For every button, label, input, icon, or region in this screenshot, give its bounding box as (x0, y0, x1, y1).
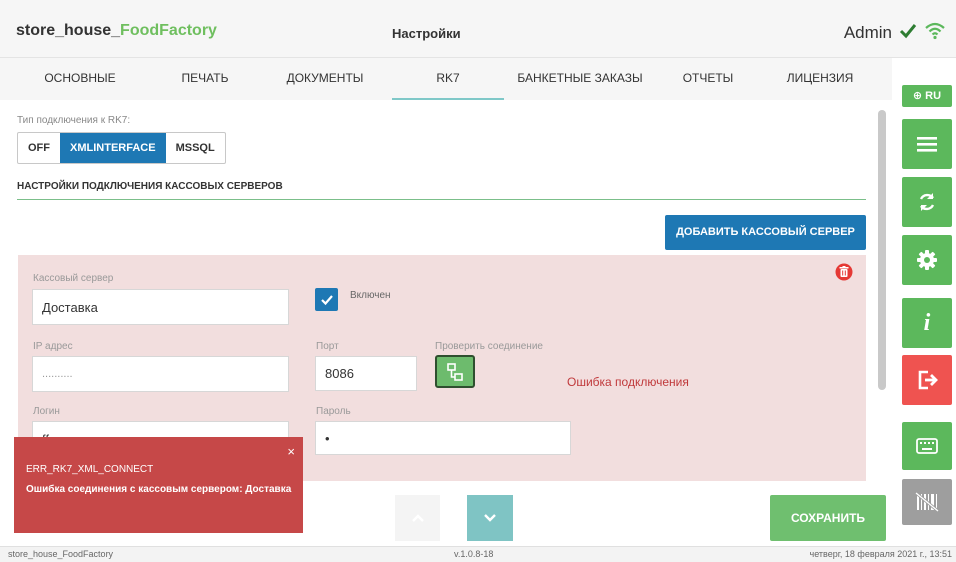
password-input[interactable]: • (315, 421, 571, 455)
tab-license[interactable]: ЛИЦЕНЗИЯ (770, 58, 870, 98)
menu-button[interactable] (902, 119, 952, 169)
scroll-down-button[interactable] (467, 495, 513, 541)
user-name[interactable]: Admin (844, 23, 892, 43)
tab-documents[interactable]: ДОКУМЕНТЫ (270, 58, 380, 98)
ip-address-label: IP адрес (33, 341, 73, 352)
gear-icon (917, 250, 937, 270)
login-label: Логин (33, 406, 60, 417)
connection-off-option[interactable]: OFF (18, 133, 60, 163)
page-title: Настройки (392, 26, 461, 41)
status-footer: store_house_FoodFactory v.1.0.8-18 четве… (0, 546, 956, 562)
save-button[interactable]: СОХРАНИТЬ (770, 495, 886, 541)
tab-reports[interactable]: ОТЧЕТЫ (668, 58, 748, 98)
barcode-off-icon (915, 491, 939, 513)
app-title-accent: FoodFactory (120, 22, 217, 39)
footer-app-name: store_house_FoodFactory (8, 549, 114, 559)
password-label: Пароль (316, 406, 351, 417)
connection-type-label: Тип подключения к RK7: (17, 115, 131, 126)
error-toast: × ERR_RK7_XML_CONNECT Ошибка соединения … (14, 437, 303, 533)
keyboard-icon (916, 438, 938, 454)
menu-icon (917, 137, 937, 152)
app-title-prefix: store_house_ (16, 22, 121, 39)
connection-type-selector: OFF XMLINTERFACE MSSQL (17, 132, 226, 164)
checkmark-icon (320, 294, 333, 305)
info-icon: i (923, 309, 931, 336)
section-title: НАСТРОЙКИ ПОДКЛЮЧЕНИЯ КАССОВЫХ СЕРВЕРОВ (17, 181, 283, 192)
sync-icon (919, 193, 935, 211)
enabled-checkbox[interactable] (315, 288, 338, 311)
server-name-label: Кассовый сервер (33, 273, 114, 284)
settings-button[interactable] (902, 235, 952, 285)
wifi-icon (925, 22, 945, 40)
add-cash-server-button[interactable]: ДОБАВИТЬ КАССОВЫЙ СЕРВЕР (665, 215, 866, 250)
toast-error-message: Ошибка соединения с кассовым сервером: Д… (26, 484, 292, 495)
info-button[interactable]: i (902, 298, 952, 348)
port-label: Порт (316, 341, 339, 352)
logout-icon (918, 370, 938, 390)
tab-rk7[interactable]: RK7 (392, 58, 504, 100)
tab-banquet-orders[interactable]: БАНКЕТНЫЕ ЗАКАЗЫ (510, 58, 650, 98)
connection-error-text: Ошибка подключения (567, 375, 689, 389)
sync-button[interactable] (902, 177, 952, 227)
settings-tabs: ОСНОВНЫЕ ПЕЧАТЬ ДОКУМЕНТЫ RK7 БАНКЕТНЫЕ … (0, 58, 892, 100)
section-divider (17, 199, 866, 200)
server-name-input[interactable]: Доставка (32, 289, 289, 325)
port-input[interactable]: 8086 (315, 356, 417, 391)
tab-print[interactable]: ПЕЧАТЬ (160, 58, 250, 98)
scroll-up-button[interactable] (395, 495, 440, 541)
network-icon (447, 362, 463, 381)
keyboard-button[interactable] (902, 422, 952, 470)
chevron-down-icon (484, 514, 496, 522)
connection-mssql-option[interactable]: MSSQL (166, 133, 225, 163)
toast-close-button[interactable]: × (287, 444, 295, 459)
tab-main[interactable]: ОСНОВНЫЕ (30, 58, 130, 98)
footer-datetime: четверг, 18 февраля 2021 г., 13:51 (809, 549, 952, 559)
logout-button[interactable] (902, 355, 952, 405)
ip-address-input[interactable]: .......... (32, 356, 289, 392)
toast-error-code: ERR_RK7_XML_CONNECT (26, 464, 154, 475)
footer-version: v.1.0.8-18 (454, 549, 494, 559)
delete-icon[interactable] (835, 263, 853, 281)
language-button[interactable]: ⊕ RU (902, 85, 952, 107)
app-title: store_house_FoodFactory (16, 22, 217, 40)
connection-xmlinterface-option[interactable]: XMLINTERFACE (60, 133, 166, 163)
enabled-label: Включен (350, 290, 391, 301)
chevron-up-icon (411, 514, 424, 522)
check-connection-button[interactable] (435, 355, 475, 388)
check-connection-label: Проверить соединение (435, 341, 543, 352)
barcode-off-button[interactable] (902, 479, 952, 525)
content-scrollbar[interactable] (878, 110, 886, 390)
check-icon (899, 24, 917, 39)
top-bar: store_house_FoodFactory Настройки Admin (0, 0, 956, 58)
